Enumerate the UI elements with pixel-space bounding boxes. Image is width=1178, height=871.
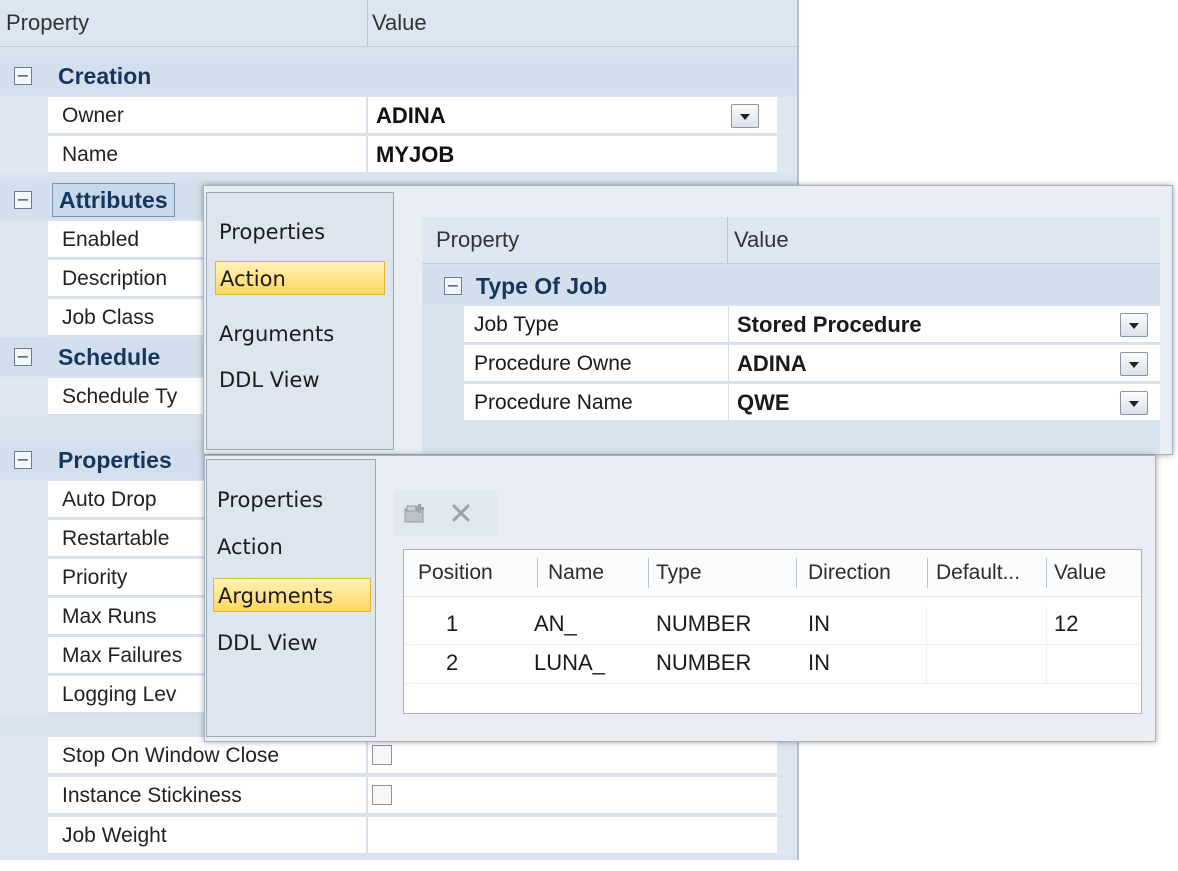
nav-properties[interactable]: Properties bbox=[215, 215, 385, 249]
column-header-type[interactable]: Type bbox=[656, 550, 702, 596]
dropdown-arrow-icon[interactable] bbox=[731, 104, 759, 128]
property-name: Job Weight bbox=[48, 817, 366, 854]
row-name[interactable]: Name MYJOB bbox=[0, 136, 797, 174]
property-column-header[interactable]: Property bbox=[436, 217, 519, 263]
procedure-owner-value[interactable]: ADINA bbox=[728, 345, 1160, 382]
collapse-icon[interactable]: − bbox=[14, 191, 32, 209]
category-label: Creation bbox=[58, 63, 152, 89]
value-column-header[interactable]: Value bbox=[372, 0, 427, 46]
column-separator bbox=[367, 0, 368, 46]
row-procedure-owner[interactable]: Procedure Owne ADINA bbox=[422, 345, 1160, 383]
column-header-default[interactable]: Default... bbox=[936, 550, 1020, 596]
nav-action[interactable]: Action bbox=[215, 261, 385, 295]
nav-arguments[interactable]: Arguments bbox=[215, 317, 385, 351]
action-panel: Properties Action Arguments DDL View Pro… bbox=[203, 185, 1173, 455]
cell-position: 1 bbox=[446, 611, 459, 636]
dropdown-arrow-icon[interactable] bbox=[1120, 352, 1148, 376]
action-property-grid: Property Value − Type Of Job Job Type St… bbox=[422, 217, 1160, 453]
row-procedure-name[interactable]: Procedure Name QWE bbox=[422, 384, 1160, 422]
row-job-type[interactable]: Job Type Stored Procedure bbox=[422, 306, 1160, 344]
delete-icon[interactable] bbox=[451, 503, 471, 523]
category-label: Properties bbox=[58, 447, 172, 473]
property-column-header[interactable]: Property bbox=[6, 0, 89, 46]
procedure-name-value[interactable]: QWE bbox=[728, 384, 1160, 421]
nav-arguments[interactable]: Arguments bbox=[213, 578, 371, 612]
dropdown-arrow-icon[interactable] bbox=[1120, 313, 1148, 337]
row-job-weight[interactable]: Job Weight bbox=[0, 817, 797, 855]
category-type-of-job[interactable]: − Type Of Job bbox=[422, 267, 1160, 305]
property-name: Procedure Owne bbox=[464, 345, 728, 382]
cell-value[interactable]: 12 bbox=[1054, 606, 1078, 642]
table-row[interactable]: 2 LUNA_ NUMBER IN bbox=[404, 645, 1141, 684]
property-name: Procedure Name bbox=[464, 384, 728, 421]
add-icon[interactable] bbox=[403, 502, 429, 524]
property-name: Instance Stickiness bbox=[48, 777, 366, 814]
row-owner[interactable]: Owner ADINA bbox=[0, 97, 797, 135]
row-instance-stickiness[interactable]: Instance Stickiness bbox=[0, 777, 797, 815]
category-creation[interactable]: − Creation bbox=[0, 57, 797, 95]
table-header: Position Name Type Direction Default... … bbox=[404, 550, 1141, 597]
arguments-toolbar bbox=[389, 486, 509, 536]
cell-type: NUMBER bbox=[656, 611, 752, 636]
column-header-position[interactable]: Position bbox=[418, 550, 493, 596]
row-stop-on-window-close[interactable]: Stop On Window Close bbox=[0, 737, 797, 775]
cell-name: LUNA_ bbox=[534, 650, 605, 675]
property-name: Job Type bbox=[464, 306, 728, 343]
nav-ddl-view[interactable]: DDL View bbox=[215, 363, 385, 397]
column-header-name[interactable]: Name bbox=[548, 550, 604, 596]
table-row[interactable]: 1 AN_ NUMBER IN 12 bbox=[404, 606, 1141, 645]
property-name: Name bbox=[48, 136, 366, 173]
nav-ddl-view[interactable]: DDL View bbox=[213, 626, 371, 660]
grid-header: Property Value bbox=[422, 217, 1160, 264]
column-header-direction[interactable]: Direction bbox=[808, 550, 891, 596]
collapse-icon[interactable]: − bbox=[14, 348, 32, 366]
property-name: Owner bbox=[48, 97, 366, 134]
collapse-icon[interactable]: − bbox=[444, 277, 462, 295]
cell-name: AN_ bbox=[534, 611, 577, 636]
action-nav: Properties Action Arguments DDL View bbox=[206, 192, 394, 450]
name-value[interactable]: MYJOB bbox=[367, 136, 777, 173]
nav-action[interactable]: Action bbox=[213, 530, 371, 564]
instance-stickiness-checkbox[interactable] bbox=[372, 785, 392, 805]
grid-header: Property Value bbox=[0, 0, 797, 47]
arguments-nav: Properties Action Arguments DDL View bbox=[206, 459, 376, 737]
category-label: Attributes bbox=[52, 183, 175, 217]
property-name: Stop On Window Close bbox=[48, 737, 366, 774]
value-column-header[interactable]: Value bbox=[734, 217, 789, 263]
collapse-icon[interactable]: − bbox=[14, 67, 32, 85]
collapse-icon[interactable]: − bbox=[14, 451, 32, 469]
arguments-panel: Properties Action Arguments DDL View Pos… bbox=[204, 455, 1156, 742]
arguments-table: Position Name Type Direction Default... … bbox=[403, 549, 1142, 714]
job-type-value[interactable]: Stored Procedure bbox=[728, 306, 1160, 343]
nav-properties[interactable]: Properties bbox=[213, 483, 371, 517]
owner-value[interactable]: ADINA bbox=[367, 97, 777, 134]
cell-direction: IN bbox=[808, 611, 830, 636]
cell-type: NUMBER bbox=[656, 650, 752, 675]
cell-direction: IN bbox=[808, 650, 830, 675]
cell-position: 2 bbox=[446, 650, 459, 675]
category-label: Schedule bbox=[58, 344, 161, 370]
column-header-value[interactable]: Value bbox=[1054, 550, 1106, 596]
dropdown-arrow-icon[interactable] bbox=[1120, 391, 1148, 415]
category-label: Type Of Job bbox=[476, 273, 608, 299]
stop-on-window-close-checkbox[interactable] bbox=[372, 745, 392, 765]
